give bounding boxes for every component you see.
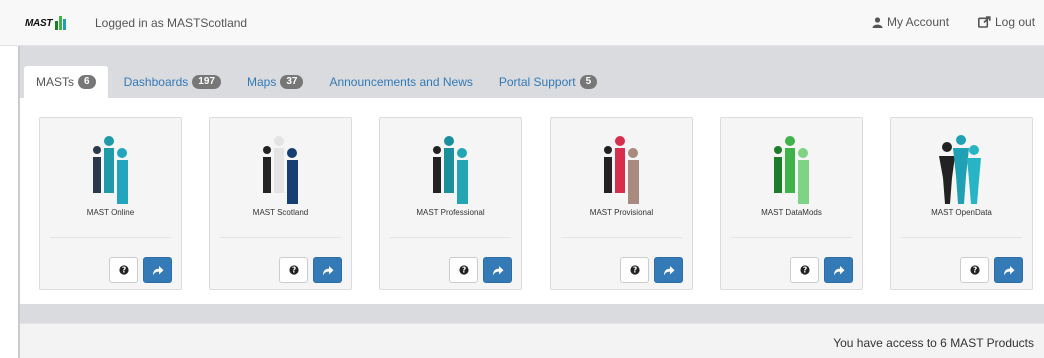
open-product-button[interactable] [313, 257, 342, 283]
logo-text: MAST [25, 17, 53, 29]
product-title: MAST DataMods [761, 208, 822, 217]
card-divider [390, 237, 511, 238]
tab-portal-support[interactable]: Portal Support 5 [489, 66, 607, 98]
logo-bars-icon [55, 16, 67, 30]
product-title: MAST Provisional [589, 208, 654, 217]
people-navy-icon [263, 136, 298, 204]
access-summary: You have access to 6 MAST Products [833, 336, 1034, 350]
question-circle-icon: ? [118, 265, 129, 275]
my-account-link[interactable]: My Account [872, 15, 949, 29]
product-card: MAST OpenData ? [890, 117, 1033, 290]
tab-label: Dashboards [123, 75, 189, 89]
svg-text:?: ? [291, 266, 295, 275]
share-arrow-icon [663, 265, 674, 275]
tab-label: Announcements and News [329, 75, 473, 89]
external-link-icon [978, 16, 991, 28]
help-button[interactable]: ? [109, 257, 138, 283]
svg-text:?: ? [461, 266, 465, 275]
mast-logo[interactable]: MAST [25, 16, 67, 30]
share-arrow-icon [492, 265, 503, 275]
tab-label: Maps [246, 75, 277, 89]
share-arrow-icon [322, 265, 333, 275]
help-button[interactable]: ? [279, 257, 308, 283]
tab-masts[interactable]: MASTs 6 [24, 66, 108, 98]
question-circle-icon: ? [288, 265, 299, 275]
svg-text:?: ? [121, 266, 125, 275]
product-title: MAST Scotland [252, 208, 309, 217]
product-card: MAST Scotland ? [209, 117, 352, 290]
people-green-icon [774, 136, 809, 204]
logout-label: Log out [995, 15, 1036, 29]
product-title: MAST Online [86, 208, 135, 217]
tab-bar: MASTs 6 Dashboards 197 Maps 37 Announcem… [20, 66, 1044, 98]
share-arrow-icon [152, 265, 163, 275]
count-badge: 6 [78, 75, 96, 89]
my-account-label: My Account [887, 15, 950, 29]
card-divider [731, 237, 852, 238]
people-red-icon [604, 136, 639, 204]
product-card: MAST DataMods ? [720, 117, 863, 290]
card-divider [901, 237, 1022, 238]
question-circle-icon: ? [629, 265, 640, 275]
top-navbar: MAST Logged in as MASTScotland My Accoun… [0, 0, 1044, 46]
help-button[interactable]: ? [790, 257, 819, 283]
open-product-button[interactable] [143, 257, 172, 283]
share-arrow-icon [833, 265, 844, 275]
card-divider [220, 237, 341, 238]
logout-link[interactable]: Log out [978, 15, 1035, 29]
share-arrow-icon [1003, 265, 1014, 275]
question-circle-icon: ? [969, 265, 980, 275]
product-title: MAST OpenData [931, 208, 992, 217]
people-teal-dark-icon [433, 136, 468, 204]
count-badge: 197 [192, 75, 221, 89]
count-badge: 37 [280, 75, 304, 89]
open-product-button[interactable] [483, 257, 512, 283]
question-circle-icon: ? [458, 265, 469, 275]
product-title: MAST Professional [416, 208, 485, 217]
count-badge: 5 [579, 75, 598, 89]
tab-label: Portal Support [498, 75, 576, 89]
logged-in-status: Logged in as MASTScotland [95, 16, 248, 30]
help-button[interactable]: ? [960, 257, 989, 283]
card-divider [561, 237, 682, 238]
tab-maps[interactable]: Maps 37 [237, 66, 313, 98]
tab-announcements-and-news[interactable]: Announcements and News [319, 66, 482, 98]
products-content: MAST Online ? MAST Scotland ? MAST Profe… [20, 98, 1044, 304]
product-card: MAST Professional ? [379, 117, 522, 290]
tab-label: MASTs [36, 75, 75, 89]
svg-text:?: ? [632, 266, 636, 275]
main-panel: MASTs 6 Dashboards 197 Maps 37 Announcem… [20, 46, 1044, 358]
help-button[interactable]: ? [449, 257, 478, 283]
user-icon [872, 16, 883, 28]
product-card: MAST Online ? [39, 117, 182, 290]
open-product-button[interactable] [994, 257, 1023, 283]
question-circle-icon: ? [799, 265, 810, 275]
open-product-button[interactable] [824, 257, 853, 283]
tab-dashboards[interactable]: Dashboards 197 [114, 66, 231, 98]
people-teal-icon [93, 136, 128, 204]
help-button[interactable]: ? [620, 257, 649, 283]
product-card: MAST Provisional ? [550, 117, 693, 290]
card-divider [50, 237, 171, 238]
open-product-button[interactable] [654, 257, 683, 283]
svg-text:?: ? [972, 266, 976, 275]
products-footer: You have access to 6 MAST Products [20, 323, 1044, 358]
people-black-teal-icon [939, 135, 981, 204]
svg-text:?: ? [802, 266, 806, 275]
